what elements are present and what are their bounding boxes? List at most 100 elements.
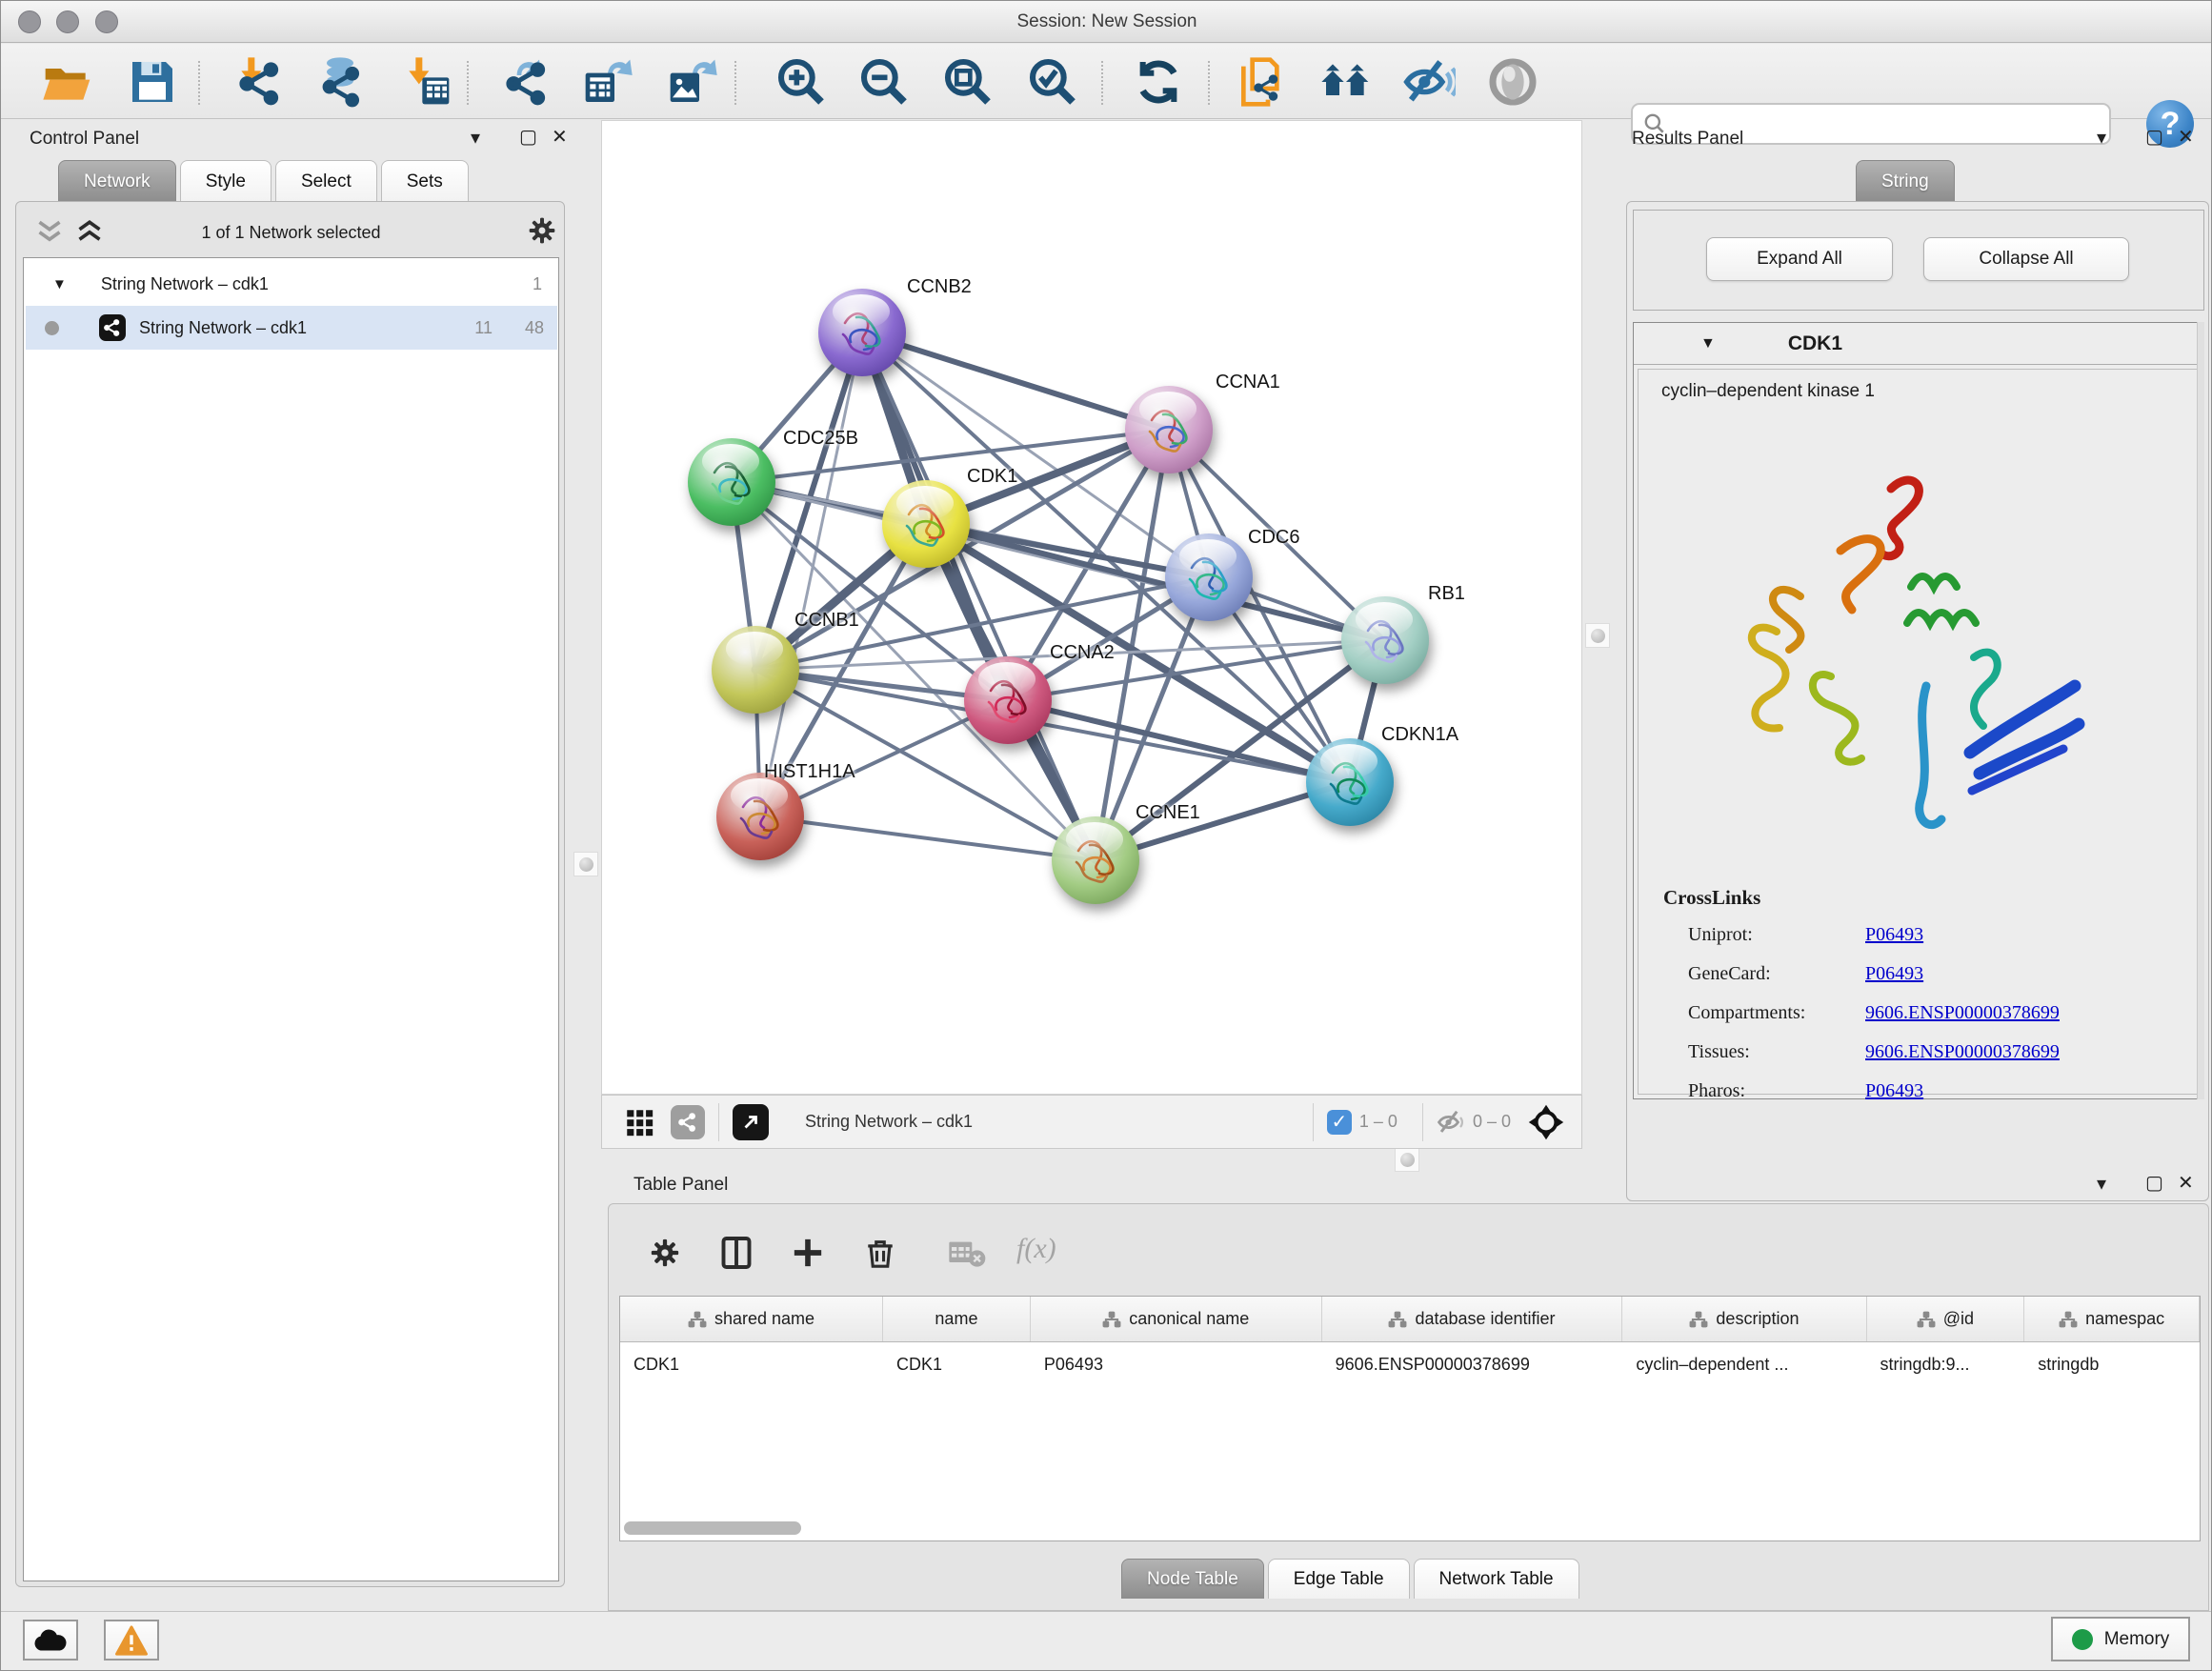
copy-network-icon[interactable]	[1235, 55, 1288, 109]
table-horizontal-scrollbar[interactable]	[624, 1521, 801, 1535]
collection-expand-arrow[interactable]: ▼	[52, 276, 67, 292]
export-network-icon[interactable]	[499, 55, 553, 109]
zoom-out-icon[interactable]	[857, 55, 911, 109]
open-session-icon[interactable]	[41, 55, 94, 109]
node-CDKN1A[interactable]	[1306, 738, 1394, 826]
panel-maximize-icon[interactable]: ▢	[2145, 1171, 2163, 1195]
export-table-icon[interactable]	[581, 55, 634, 109]
tab-edge-table[interactable]: Edge Table	[1268, 1559, 1410, 1599]
birdseye-navigator-icon[interactable]	[1528, 1104, 1564, 1140]
string-home-icon[interactable]	[1319, 55, 1373, 109]
zoom-fit-icon[interactable]	[941, 55, 995, 109]
node-CCNE1[interactable]	[1052, 816, 1139, 904]
node-CCNA1[interactable]	[1125, 386, 1213, 473]
node-RB1[interactable]	[1341, 596, 1429, 684]
column-header-shared-name[interactable]: shared name	[620, 1297, 883, 1341]
warning-button[interactable]	[104, 1620, 159, 1661]
crosslink-value[interactable]: P06493	[1865, 924, 1923, 946]
panel-float-icon[interactable]: ▾	[471, 126, 480, 150]
column-header-@id[interactable]: @id	[1867, 1297, 2025, 1341]
crosslink-value[interactable]: P06493	[1865, 1080, 1923, 1102]
memory-status-dot	[2072, 1629, 2093, 1650]
network-share-view-icon[interactable]	[671, 1105, 705, 1139]
node-HIST1H1A[interactable]	[716, 773, 804, 860]
cell-namespac[interactable]: stringdb	[2024, 1342, 2200, 1386]
table-gear-icon[interactable]	[649, 1237, 681, 1269]
panel-float-icon[interactable]: ▾	[2097, 1172, 2106, 1196]
tab-network[interactable]: Network	[58, 160, 176, 202]
grid-view-icon[interactable]	[623, 1106, 655, 1138]
toolbar-separator	[734, 61, 736, 105]
zoom-in-icon[interactable]	[774, 55, 828, 109]
tab-node-table[interactable]: Node Table	[1121, 1559, 1264, 1599]
edge-CCNB2-CCNA1[interactable]	[862, 332, 1169, 430]
results-scrollbar[interactable]	[2197, 322, 2204, 1099]
import-network-file-icon[interactable]	[232, 55, 286, 109]
cdk1-section-header[interactable]: ▼ CDK1	[1634, 323, 2203, 365]
grayscale-sphere-icon[interactable]	[1486, 55, 1539, 109]
cell-shared-name[interactable]: CDK1	[620, 1342, 883, 1386]
panel-float-icon[interactable]: ▾	[2097, 126, 2106, 150]
cell-name[interactable]: CDK1	[883, 1342, 1031, 1386]
table-row[interactable]: CDK1CDK1P064939606.ENSP00000378699cyclin…	[620, 1342, 2200, 1386]
crosslink-value[interactable]: P06493	[1865, 963, 1923, 985]
right-splitter-handle[interactable]	[1585, 623, 1610, 648]
cloud-button[interactable]	[23, 1620, 78, 1661]
show-columns-icon[interactable]	[719, 1235, 754, 1271]
panel-maximize-icon[interactable]: ▢	[519, 125, 537, 149]
cell-database-identifier[interactable]: 9606.ENSP00000378699	[1322, 1342, 1623, 1386]
refresh-layout-icon[interactable]	[1132, 55, 1185, 109]
tab-string[interactable]: String	[1856, 160, 1955, 202]
column-header-namespac[interactable]: namespac	[2024, 1297, 2200, 1341]
tab-sets[interactable]: Sets	[381, 160, 469, 202]
hide-unhide-icon[interactable]	[1402, 55, 1456, 109]
cell-canonical-name[interactable]: P06493	[1031, 1342, 1322, 1386]
save-session-icon[interactable]	[126, 55, 179, 109]
column-header-canonical-name[interactable]: canonical name	[1031, 1297, 1322, 1341]
network-row-selected[interactable]: String Network – cdk1 11 48	[26, 306, 557, 350]
panel-maximize-icon[interactable]: ▢	[2145, 125, 2163, 149]
node-CDC6[interactable]	[1165, 534, 1253, 621]
crosslink-value[interactable]: 9606.ENSP00000378699	[1865, 1002, 2060, 1024]
node-CDK1[interactable]	[882, 480, 970, 568]
add-column-icon[interactable]	[792, 1237, 824, 1269]
detach-view-icon[interactable]	[733, 1104, 769, 1140]
cell-description[interactable]: cyclin–dependent ...	[1622, 1342, 1866, 1386]
memory-button[interactable]: Memory	[2051, 1617, 2190, 1661]
selected-nodes-checkbox[interactable]: ✓	[1327, 1110, 1352, 1135]
section-collapse-arrow[interactable]: ▼	[1700, 335, 1716, 352]
import-network-database-icon[interactable]	[313, 55, 367, 109]
column-header-database-identifier[interactable]: database identifier	[1322, 1297, 1623, 1341]
cell-@id[interactable]: stringdb:9...	[1866, 1342, 2024, 1386]
expand-all-button[interactable]: Expand All	[1706, 237, 1893, 281]
hidden-eye-icon[interactable]	[1437, 1108, 1465, 1137]
node-CCNB1[interactable]	[712, 626, 799, 714]
crosslink-value[interactable]: 9606.ENSP00000378699	[1865, 1041, 2060, 1063]
delete-column-icon[interactable]	[864, 1235, 896, 1271]
node-CCNA2[interactable]	[964, 656, 1052, 744]
edge-CCNA2-CDKN1A[interactable]	[1008, 700, 1350, 782]
node-CCNB2[interactable]	[818, 289, 906, 376]
collapse-all-button[interactable]: Collapse All	[1923, 237, 2129, 281]
tab-select[interactable]: Select	[275, 160, 377, 202]
node-CDC25B[interactable]	[688, 438, 775, 526]
tab-style[interactable]: Style	[180, 160, 271, 202]
gear-icon[interactable]	[527, 215, 557, 246]
edge-HIST1H1A-CCNE1[interactable]	[760, 816, 1096, 860]
column-header-description[interactable]: description	[1622, 1297, 1866, 1341]
import-table-icon[interactable]	[400, 55, 453, 109]
network-list: ▼ String Network – cdk1 1 String Network…	[23, 257, 559, 1581]
network-collection-row[interactable]: ▼ String Network – cdk1 1	[26, 262, 557, 306]
panel-close-icon[interactable]: ✕	[2178, 125, 2194, 149]
edge-CCNB2-CCNE1[interactable]	[862, 332, 1096, 860]
tab-network-table[interactable]: Network Table	[1414, 1559, 1579, 1599]
column-header-name[interactable]: name	[883, 1297, 1031, 1341]
export-image-icon[interactable]	[666, 55, 719, 109]
node-table: shared namenamecanonical namedatabase id…	[619, 1296, 2201, 1541]
panel-close-icon[interactable]: ✕	[2178, 1171, 2194, 1195]
zoom-selected-icon[interactable]	[1026, 55, 1079, 109]
panel-close-icon[interactable]: ✕	[552, 125, 568, 149]
left-splitter-handle[interactable]	[573, 852, 598, 876]
section-title: CDK1	[1788, 332, 1842, 355]
network-canvas[interactable]: CCNB2CCNA1CDC25BCDK1CDC6RB1CCNB1CCNA2CDK…	[601, 120, 1582, 1095]
